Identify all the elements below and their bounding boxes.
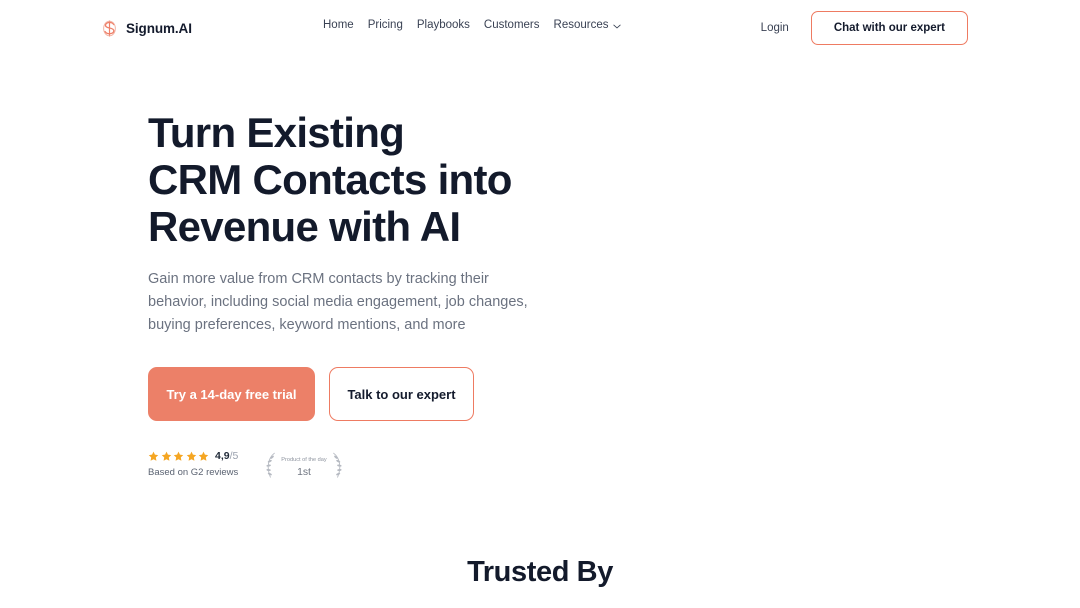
nav-item-label: Playbooks (416, 19, 470, 31)
star-rating (148, 451, 209, 462)
nav-item-home[interactable]: Home (323, 19, 354, 32)
badge-rank-text: 1st (297, 467, 311, 478)
trusted-by-title: Trusted By (467, 556, 613, 588)
rating-value: 4,9 (215, 450, 230, 463)
login-link[interactable]: Login (761, 22, 789, 34)
nav-item-label: Home (323, 19, 354, 31)
free-trial-button[interactable]: Try a 14-day free trial (148, 367, 315, 421)
site-header: Signum.AI Home Pricing Playbooks Custome… (0, 0, 1080, 56)
g2-rating: 4,9/5 Based on G2 reviews (148, 450, 238, 478)
nav-item-customers[interactable]: Customers (483, 19, 540, 32)
nav-item-label: Pricing (367, 19, 403, 31)
badge-top-text: Product of the day (282, 457, 328, 463)
hero-cta-group: Try a 14-day free trial Talk to our expe… (148, 367, 1080, 421)
rating-caption: Based on G2 reviews (148, 467, 239, 478)
chat-with-expert-button[interactable]: Chat with our expert (810, 11, 968, 45)
nav-item-label: Resources (553, 19, 609, 31)
brand-name: Signum.AI (126, 20, 192, 36)
star-icon (161, 451, 171, 461)
hero-headline-line: Revenue with AI (148, 203, 461, 250)
rating-row: 4,9/5 (148, 451, 238, 462)
main-navigation: Home Pricing Playbooks Customers Resourc… (323, 19, 622, 32)
rating-max: /5 (229, 450, 239, 463)
rating-score: 4,9/5 (215, 451, 238, 462)
brand-logo[interactable]: Signum.AI (100, 19, 192, 38)
star-icon (198, 451, 209, 461)
hero-headline-line: Turn Existing (148, 109, 405, 156)
social-proof: 4,9/5 Based on G2 reviews Product of the… (148, 450, 1080, 482)
signum-s-logo-icon (103, 19, 116, 37)
star-icon (173, 451, 184, 461)
hero-headline-line: CRM Contacts into (148, 156, 512, 203)
hero-section: Turn Existing CRM Contacts into Revenue … (0, 56, 1080, 482)
chevron-down-icon (613, 24, 622, 29)
nav-item-pricing[interactable]: Pricing (367, 19, 403, 32)
star-icon (186, 451, 196, 461)
talk-to-expert-button[interactable]: Talk to our expert (329, 367, 474, 421)
nav-item-label: Customers (483, 19, 540, 31)
nav-item-resources[interactable]: Resources (553, 19, 622, 32)
star-icon (148, 451, 159, 461)
trusted-by-section: Trusted By (0, 556, 1080, 589)
header-actions: Login Chat with our expert (761, 0, 968, 56)
hero-subtitle: Gain more value from CRM contacts by tra… (148, 271, 528, 333)
laurel-wreath-badge-icon[interactable]: Product of the day 1st (260, 450, 348, 482)
nav-item-playbooks[interactable]: Playbooks (416, 19, 470, 32)
hero-headline: Turn Existing CRM Contacts into Revenue … (148, 109, 1080, 250)
